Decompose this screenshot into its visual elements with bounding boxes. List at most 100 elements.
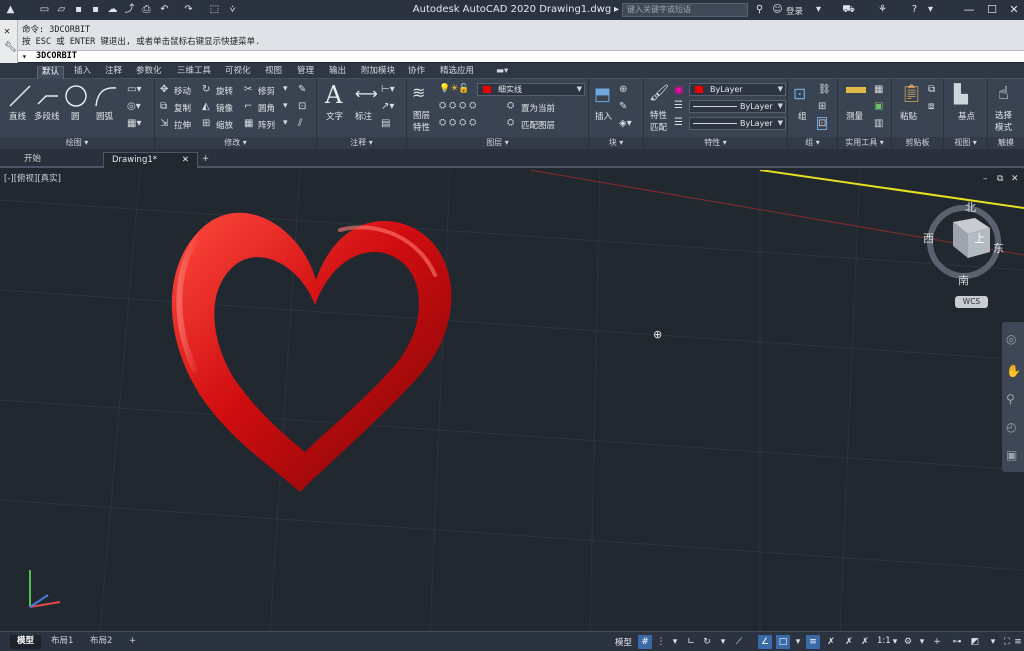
circle-icon[interactable] (64, 84, 88, 108)
tab-insert[interactable]: 插入 (70, 66, 95, 79)
units-icon[interactable]: ⊶ (950, 635, 964, 649)
lineweight-dropdown[interactable]: ByLayer ▼ (689, 117, 786, 130)
select-mode-l1[interactable]: 选择 (995, 109, 1012, 121)
paste-icon[interactable]: 📋︎ (900, 83, 923, 104)
polar-dropdown-icon[interactable]: ▾ (716, 635, 730, 649)
steering-wheel-icon[interactable]: ◎ (1006, 332, 1016, 346)
fillet-dropdown-icon[interactable]: ▾ (283, 101, 288, 111)
text-button[interactable]: 文字 (326, 110, 343, 122)
trim-dropdown-icon[interactable]: ▾ (283, 84, 288, 94)
tab-addins[interactable]: 附加模块 (357, 66, 399, 79)
array-button[interactable]: 阵列 (258, 119, 275, 131)
search-input[interactable]: 键入关键字或短语 (622, 3, 748, 17)
viewcube-west[interactable]: 西 (923, 230, 934, 246)
match-layer-button[interactable]: 匹配图层 (521, 119, 555, 131)
annotation-monitor-icon[interactable]: + (930, 635, 944, 649)
save-as-icon[interactable]: ▪ (89, 3, 102, 16)
erase-icon[interactable]: ✎ (298, 84, 306, 95)
match-layer-icon[interactable]: ⛭ (507, 118, 514, 128)
ortho-icon[interactable]: ∟ (684, 635, 698, 649)
id-point-icon[interactable]: ▥ (874, 118, 883, 129)
stretch-icon[interactable]: ⇲ (160, 118, 168, 129)
cart-icon[interactable]: ⛟ (842, 3, 855, 16)
match-properties-l1[interactable]: 特性 (650, 109, 667, 121)
user-icon[interactable]: ☺ (771, 3, 784, 16)
array-icon[interactable]: ▦ (244, 118, 253, 129)
minimize-button[interactable]: — (960, 2, 978, 18)
measure-button[interactable]: 测量 (846, 110, 863, 122)
quick-select-icon[interactable]: ▣ (874, 101, 883, 112)
customize-icon[interactable]: ≡ (1011, 635, 1024, 649)
new-tab-icon[interactable]: + (198, 152, 213, 168)
base-view-icon[interactable]: ▙ (954, 84, 968, 105)
polar-icon[interactable]: ↻ (700, 635, 714, 649)
line-icon[interactable] (8, 84, 32, 108)
ungroup-icon[interactable]: ⛓ (818, 84, 831, 95)
circle-button[interactable]: 圆 (71, 110, 80, 122)
tab-drawing1[interactable]: Drawing1* ✕ (103, 152, 198, 168)
leader-icon[interactable]: ↗▾ (381, 101, 394, 112)
layer-tools-icons-2[interactable]: ⛭ ⛭ ⛭ ⛭ (439, 118, 476, 128)
tab-visualize[interactable]: 可视化 (221, 66, 255, 79)
match-properties-icon[interactable]: 🖌︎ (649, 83, 669, 102)
viewcube-top[interactable]: 上 (974, 230, 985, 246)
scale-dropdown-icon[interactable]: ▾ (888, 635, 902, 649)
explode-icon[interactable]: ⊡ (298, 101, 306, 112)
layer-tools-icons[interactable]: ⛭ ⛭ ⛭ ⛭ (439, 101, 476, 111)
binoculars-icon[interactable]: ⚲ (753, 3, 766, 16)
snap-dropdown-icon[interactable]: ▾ (668, 635, 682, 649)
tab-model[interactable]: 模型 (10, 635, 42, 649)
select-mode-icon[interactable]: ☝ (998, 83, 1009, 104)
close-command-icon[interactable]: ✕ (4, 26, 10, 37)
command-input[interactable]: ▾ 3DCORBIT (18, 50, 1024, 62)
polyline-icon[interactable] (36, 84, 60, 108)
dimension-icon[interactable]: ⟷ (355, 84, 378, 103)
match-properties-l2[interactable]: 匹配 (650, 121, 667, 133)
login-link[interactable]: 登录 (786, 5, 803, 17)
orbit-icon[interactable]: ◴ (1006, 420, 1016, 434)
object-snap-icon[interactable]: □ (776, 635, 790, 649)
linetype-dropdown[interactable]: ByLayer ▼ (689, 100, 786, 113)
gradient-icon[interactable]: ▦▾ (127, 118, 141, 129)
insert-block-icon[interactable]: ⬒ (594, 84, 611, 105)
group-edit-icon[interactable]: ⊞ (818, 101, 826, 112)
tab-layout1[interactable]: 布局1 (44, 635, 80, 649)
help-icon[interactable]: ? (908, 3, 921, 16)
viewport-restore-button[interactable]: ⧉ (997, 174, 1003, 184)
rotate-icon[interactable]: ↻ (202, 84, 210, 95)
save-icon[interactable]: ▪ (72, 3, 85, 16)
rotate-button[interactable]: 旋转 (216, 85, 233, 97)
create-block-icon[interactable]: ⊕ (619, 84, 627, 95)
dimension-button[interactable]: 标注 (355, 110, 372, 122)
groups-panel-title[interactable]: 组 ▾ (788, 137, 837, 149)
pan-icon[interactable]: ✋ (1006, 364, 1021, 378)
tab-layout2[interactable]: 布局2 (83, 635, 119, 649)
draw-panel-title[interactable]: 绘图 ▾ (0, 137, 154, 149)
drawing-canvas[interactable]: ⊕ [-][俯视][真实] 北 南 东 西 上 WCS – ⧉ ✕ ◎ ✋ ⚲ … (0, 170, 1024, 631)
hardware-acceleration-icon[interactable]: ▾ (986, 635, 1000, 649)
edit-block-icon[interactable]: ✎ (619, 101, 627, 112)
isolate-objects-icon[interactable]: ◩ (968, 635, 982, 649)
mirror-button[interactable]: 镜像 (216, 102, 233, 114)
linetype-icon[interactable]: ☰ (674, 100, 683, 111)
new-file-icon[interactable]: ▭ (38, 3, 51, 16)
model-space-button[interactable]: 模型 (615, 636, 632, 648)
cloud-save-icon[interactable]: ☁ (106, 3, 119, 16)
copy-clip-icon[interactable]: ⧉ (928, 84, 935, 95)
calculator-icon[interactable]: ▦ (874, 84, 883, 95)
polyline-button[interactable]: 多段线 (34, 110, 60, 122)
workspace-dropdown-icon[interactable]: ▾ (915, 635, 929, 649)
layer-state-icons[interactable]: 💡☀🔓 (439, 84, 469, 94)
scale-button[interactable]: 缩放 (216, 119, 233, 131)
snap-icon[interactable]: ⋮ (654, 635, 668, 649)
group-icon[interactable]: ⊡ (793, 84, 806, 103)
close-tab-icon[interactable]: ✕ (182, 153, 189, 167)
block-panel-title[interactable]: 块 ▾ (589, 137, 643, 149)
redo-icon[interactable]: ↷ (182, 3, 195, 16)
heart-3d-model[interactable] (171, 212, 452, 492)
mirror-icon[interactable]: ◭ (202, 101, 210, 112)
layer-properties-icon[interactable]: ≋ (412, 83, 425, 102)
autocad-logo-icon[interactable]: ▲ (4, 3, 17, 16)
modify-panel-title[interactable]: 修改 ▾ (155, 137, 316, 149)
share-icon[interactable]: ⤴ (123, 3, 136, 16)
